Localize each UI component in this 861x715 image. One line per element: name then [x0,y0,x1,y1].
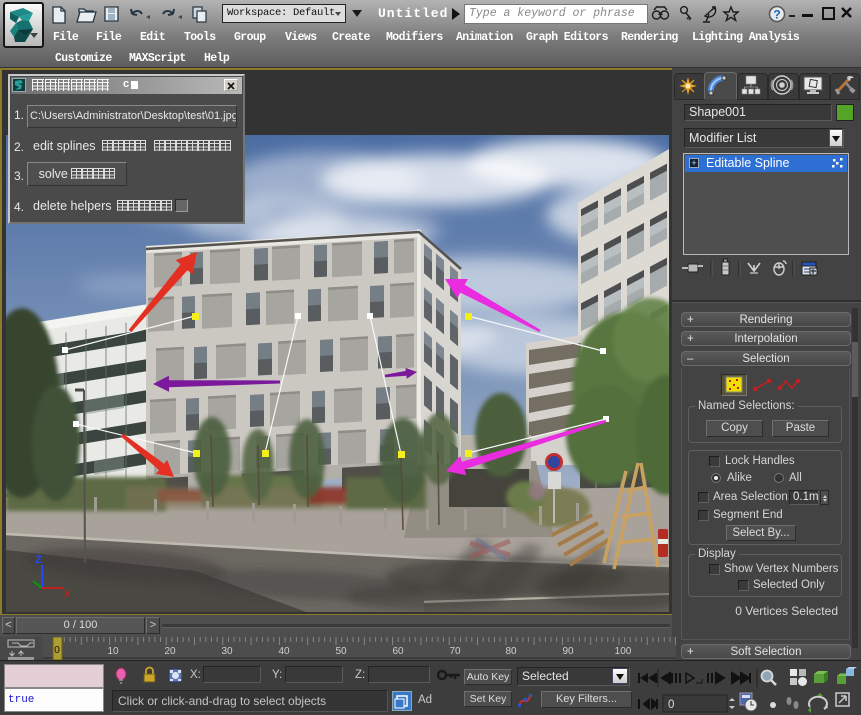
svg-text:80: 80 [505,646,517,657]
svg-text:70: 70 [449,646,461,657]
svg-text:50: 50 [335,646,347,657]
svg-text:?: ? [773,8,780,22]
svg-text:60: 60 [392,646,404,657]
svg-text:Z: Z [35,554,42,566]
svg-text:X: X [64,589,70,599]
svg-text:20: 20 [164,646,176,657]
svg-text:10: 10 [107,646,119,657]
svg-text:0: 0 [54,645,60,656]
svg-text:30: 30 [221,646,233,657]
svg-text:100: 100 [615,646,632,657]
svg-text:40: 40 [278,646,290,657]
svg-text:0: 0 [668,699,674,711]
svg-text:90: 90 [562,646,574,657]
